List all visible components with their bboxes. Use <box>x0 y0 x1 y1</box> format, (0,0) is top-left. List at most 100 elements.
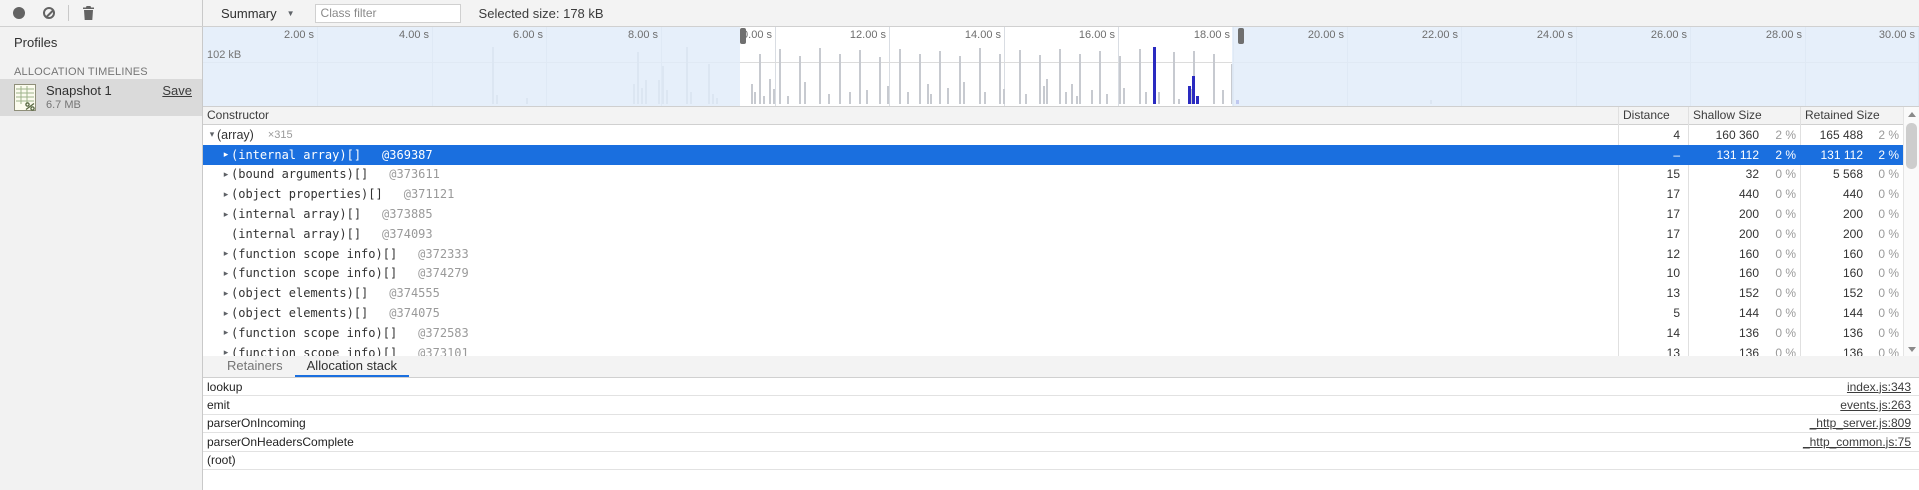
allocation-bar <box>759 54 761 104</box>
retained-size-cell: 1440 % <box>1800 306 1903 320</box>
grid-scrollbar[interactable] <box>1903 107 1919 356</box>
allocation-bar <box>899 49 901 104</box>
constructor-name: (function scope info)[] <box>231 266 397 280</box>
table-row[interactable]: ▸ (bound arguments)[] @373611 15 320 % 5… <box>203 165 1919 185</box>
column-header-constructor[interactable]: Constructor <box>203 107 1618 124</box>
memory-profiler-panel: Summary ▼ Selected size: 178 kB Profiles… <box>0 0 1919 490</box>
constructor-name: (array) <box>217 128 254 142</box>
source-link[interactable]: index.js:343 <box>1847 380 1911 394</box>
table-row[interactable]: ▸ (function scope info)[] @373101 13 136… <box>203 343 1919 356</box>
stack-frame-row[interactable]: lookup index.js:343 <box>203 378 1919 396</box>
constructor-name: (object elements)[] <box>231 286 368 300</box>
constructor-name: (internal array)[] <box>231 148 361 162</box>
column-header-retained-size[interactable]: Retained Size <box>1800 107 1903 124</box>
source-link[interactable]: events.js:263 <box>1840 398 1911 412</box>
expand-arrow-icon[interactable]: ▸ <box>221 169 231 180</box>
expand-arrow-icon[interactable]: ▾ <box>207 129 217 140</box>
timeline-tick-label: 26.00 s <box>1651 29 1687 41</box>
retained-size-cell: 2000 % <box>1800 207 1903 221</box>
allocation-bar <box>773 89 775 104</box>
allocation-bar <box>769 79 771 104</box>
snapshot-save-link[interactable]: Save <box>162 83 192 98</box>
distance-cell: – <box>1618 148 1688 162</box>
allocation-bar-selected <box>1153 47 1156 104</box>
allocation-bar-selected <box>1196 96 1199 104</box>
table-row[interactable]: (internal array)[] @374093 17 2000 % 200… <box>203 224 1919 244</box>
expand-arrow-icon[interactable]: ▸ <box>221 327 231 338</box>
allocation-bar <box>1145 92 1147 104</box>
scroll-up-button[interactable] <box>1904 107 1919 121</box>
allocation-bar <box>1213 54 1215 104</box>
delete-profile-button[interactable] <box>78 3 98 23</box>
allocation-timeline-overview[interactable]: 2.00 s4.00 s6.00 s8.00 s0.00 s12.00 s14.… <box>203 27 1919 106</box>
distance-cell: 17 <box>1618 187 1688 201</box>
chevron-down-icon: ▼ <box>287 9 295 18</box>
expand-arrow-icon[interactable]: ▸ <box>221 209 231 220</box>
allocation-bar <box>1099 51 1101 104</box>
table-row[interactable]: ▾ (array) ×315 4 160 3602 % 165 4882 % <box>203 125 1919 145</box>
column-header-distance[interactable]: Distance <box>1618 107 1688 124</box>
expand-arrow-icon[interactable]: ▸ <box>221 288 231 299</box>
table-row[interactable]: ▸ (function scope info)[] @374279 10 160… <box>203 264 1919 284</box>
selection-grip-handle[interactable] <box>1238 28 1244 44</box>
profiles-sidebar: Profiles ALLOCATION TIMELINES Snapshot 1… <box>0 27 203 490</box>
timeline-tick-label: 30.00 s <box>1879 29 1915 41</box>
table-row[interactable]: ▸ (internal array)[] @373885 17 2000 % 2… <box>203 204 1919 224</box>
timeline-tick-label: 12.00 s <box>850 29 886 41</box>
stack-frame-row[interactable]: (root) <box>203 452 1919 470</box>
sidebar-item-snapshot-1[interactable]: Snapshot 1 6.7 MB Save <box>0 79 202 116</box>
table-row[interactable]: ▸ (function scope info)[] @372583 14 136… <box>203 323 1919 343</box>
toolbar-view-controls: Summary ▼ Selected size: 178 kB <box>203 0 1919 26</box>
column-header-shallow-size[interactable]: Shallow Size <box>1688 107 1800 124</box>
class-filter-input[interactable] <box>315 4 461 23</box>
allocation-bar <box>1123 88 1125 104</box>
allocation-bar <box>839 54 841 104</box>
expand-arrow-icon[interactable]: ▸ <box>221 268 231 279</box>
perspective-select[interactable]: Summary ▼ <box>215 6 301 21</box>
source-link[interactable]: _http_server.js:809 <box>1810 416 1911 430</box>
table-row[interactable]: ▸ (object properties)[] @371121 17 4400 … <box>203 184 1919 204</box>
tab-allocation-stack[interactable]: Allocation stack <box>295 356 409 377</box>
timeline-tick-label: 16.00 s <box>1079 29 1115 41</box>
stack-frame-row[interactable]: parserOnHeadersComplete _http_common.js:… <box>203 433 1919 451</box>
expand-arrow-icon[interactable]: ▸ <box>221 189 231 200</box>
allocation-bar <box>963 82 965 104</box>
stack-frame-row[interactable]: parserOnIncoming _http_server.js:809 <box>203 415 1919 433</box>
allocation-bar <box>859 50 861 104</box>
allocation-bar <box>1003 89 1005 104</box>
scroll-down-button[interactable] <box>1904 342 1919 356</box>
retained-size-cell: 165 4882 % <box>1800 128 1903 142</box>
allocation-bar <box>979 48 981 104</box>
expand-arrow-icon[interactable]: ▸ <box>221 347 231 356</box>
table-row[interactable]: ▸ (object elements)[] @374075 5 1440 % 1… <box>203 303 1919 323</box>
allocation-bar <box>1071 84 1073 104</box>
tab-retainers[interactable]: Retainers <box>215 356 295 377</box>
function-name: emit <box>207 398 230 412</box>
expand-arrow-icon[interactable]: ▸ <box>221 248 231 259</box>
retained-size-cell: 1360 % <box>1800 346 1903 356</box>
memory-scale-label: 102 kB <box>207 49 241 61</box>
record-button[interactable] <box>9 3 29 23</box>
table-row[interactable]: ▸ (function scope info)[] @372333 12 160… <box>203 244 1919 264</box>
snapshot-title: Snapshot 1 <box>46 83 112 98</box>
object-id: @374093 <box>382 227 433 241</box>
allocation-bar <box>984 92 986 104</box>
allocation-bar <box>779 49 781 104</box>
clear-profiles-button[interactable] <box>39 3 59 23</box>
expand-arrow-icon[interactable]: ▸ <box>221 308 231 319</box>
distance-cell: 4 <box>1618 128 1688 142</box>
table-row[interactable]: ▸ (object elements)[] @374555 13 1520 % … <box>203 283 1919 303</box>
table-row[interactable]: ▸ (internal array)[] @369387 – 131 1122 … <box>203 145 1919 165</box>
expand-arrow-icon[interactable]: ▸ <box>221 149 231 160</box>
selection-grip-handle[interactable] <box>740 28 746 44</box>
object-id: @374279 <box>418 266 469 280</box>
retained-size-cell: 2000 % <box>1800 227 1903 241</box>
source-link[interactable]: _http_common.js:75 <box>1803 435 1911 449</box>
scrollbar-thumb[interactable] <box>1906 123 1917 169</box>
allocation-stack-pane: lookup index.js:343 emit events.js:263 p… <box>203 378 1919 490</box>
object-id: @372583 <box>418 326 469 340</box>
toolbar-separator <box>68 5 69 21</box>
scroll-down-icon <box>1908 347 1916 352</box>
allocation-bar <box>1091 90 1093 104</box>
stack-frame-row[interactable]: emit events.js:263 <box>203 396 1919 414</box>
